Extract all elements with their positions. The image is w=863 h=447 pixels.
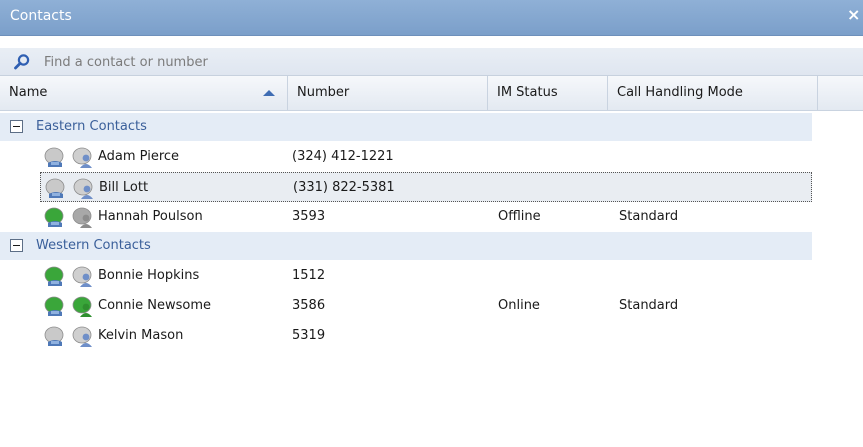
contact-status-icons bbox=[43, 326, 99, 348]
contact-name: Kelvin Mason bbox=[98, 328, 184, 343]
contact-number: (324) 412-1221 bbox=[292, 149, 394, 164]
presence-icon bbox=[71, 296, 97, 318]
column-header-call-handling-mode[interactable]: Call Handling Mode bbox=[608, 76, 818, 110]
contact-call-handling-mode: Standard bbox=[619, 209, 679, 224]
contact-name: Bonnie Hopkins bbox=[98, 268, 200, 283]
contact-row[interactable]: Hannah Poulson 3593 Offline Standard bbox=[0, 202, 812, 232]
contact-number: 3593 bbox=[292, 209, 326, 224]
contact-number: 1512 bbox=[292, 268, 326, 283]
phone-status-icon bbox=[43, 147, 69, 169]
contact-name: Bill Lott bbox=[99, 180, 149, 195]
contact-status-icons bbox=[43, 147, 99, 169]
contact-number: 5319 bbox=[292, 328, 326, 343]
phone-status-icon bbox=[44, 178, 70, 200]
contact-number: 3586 bbox=[292, 298, 326, 313]
search-bar bbox=[0, 48, 863, 76]
phone-status-icon bbox=[43, 296, 69, 318]
phone-status-icon bbox=[43, 266, 69, 288]
presence-icon bbox=[71, 207, 97, 229]
presence-icon bbox=[71, 266, 97, 288]
contact-row[interactable]: Bill Lott (331) 822-5381 bbox=[40, 172, 812, 202]
presence-icon bbox=[71, 147, 97, 169]
contact-name: Hannah Poulson bbox=[98, 209, 203, 224]
presence-icon bbox=[72, 178, 98, 200]
sort-ascending-icon bbox=[263, 90, 275, 96]
contact-status-icons bbox=[44, 178, 100, 200]
column-header-name[interactable]: Name bbox=[0, 76, 288, 110]
contact-row[interactable]: Connie Newsome 3586 Online Standard bbox=[0, 291, 812, 321]
column-header-number-label: Number bbox=[297, 85, 350, 100]
contact-im-status: Offline bbox=[498, 209, 541, 224]
collapse-icon[interactable] bbox=[10, 120, 23, 133]
column-header-name-label: Name bbox=[9, 85, 48, 100]
contact-status-icons bbox=[43, 207, 99, 229]
column-header-call-handling-mode-label: Call Handling Mode bbox=[617, 85, 743, 100]
contact-name: Adam Pierce bbox=[98, 149, 180, 164]
column-header: Name Number IM Status Call Handling Mode bbox=[0, 76, 863, 111]
search-icon bbox=[13, 53, 31, 71]
contact-call-handling-mode: Standard bbox=[619, 298, 679, 313]
column-header-number[interactable]: Number bbox=[288, 76, 488, 110]
contact-row[interactable]: Bonnie Hopkins 1512 bbox=[0, 261, 812, 291]
contact-number: (331) 822-5381 bbox=[293, 180, 395, 195]
search-input[interactable] bbox=[42, 51, 646, 73]
phone-status-icon bbox=[43, 326, 69, 348]
column-header-filler bbox=[818, 76, 863, 110]
window-title: Contacts bbox=[10, 8, 72, 24]
close-icon[interactable]: × bbox=[847, 5, 863, 25]
group-label: Eastern Contacts bbox=[36, 119, 147, 134]
phone-status-icon bbox=[43, 207, 69, 229]
contact-row[interactable]: Kelvin Mason 5319 bbox=[0, 321, 812, 351]
contacts-window: Contacts × Name Number IM Status Call Ha… bbox=[0, 0, 863, 447]
contact-im-status: Online bbox=[498, 298, 540, 313]
presence-icon bbox=[71, 326, 97, 348]
contact-group-header[interactable]: Western Contacts bbox=[0, 232, 812, 260]
column-header-im-status[interactable]: IM Status bbox=[488, 76, 608, 110]
contact-status-icons bbox=[43, 266, 99, 288]
column-header-im-status-label: IM Status bbox=[497, 85, 558, 100]
contact-row[interactable]: Adam Pierce (324) 412-1221 bbox=[0, 142, 812, 172]
contact-group-header[interactable]: Eastern Contacts bbox=[0, 113, 812, 141]
contact-name: Connie Newsome bbox=[98, 298, 211, 313]
contact-status-icons bbox=[43, 296, 99, 318]
collapse-icon[interactable] bbox=[10, 239, 23, 252]
title-bar: Contacts × bbox=[0, 0, 863, 36]
group-label: Western Contacts bbox=[36, 238, 151, 253]
